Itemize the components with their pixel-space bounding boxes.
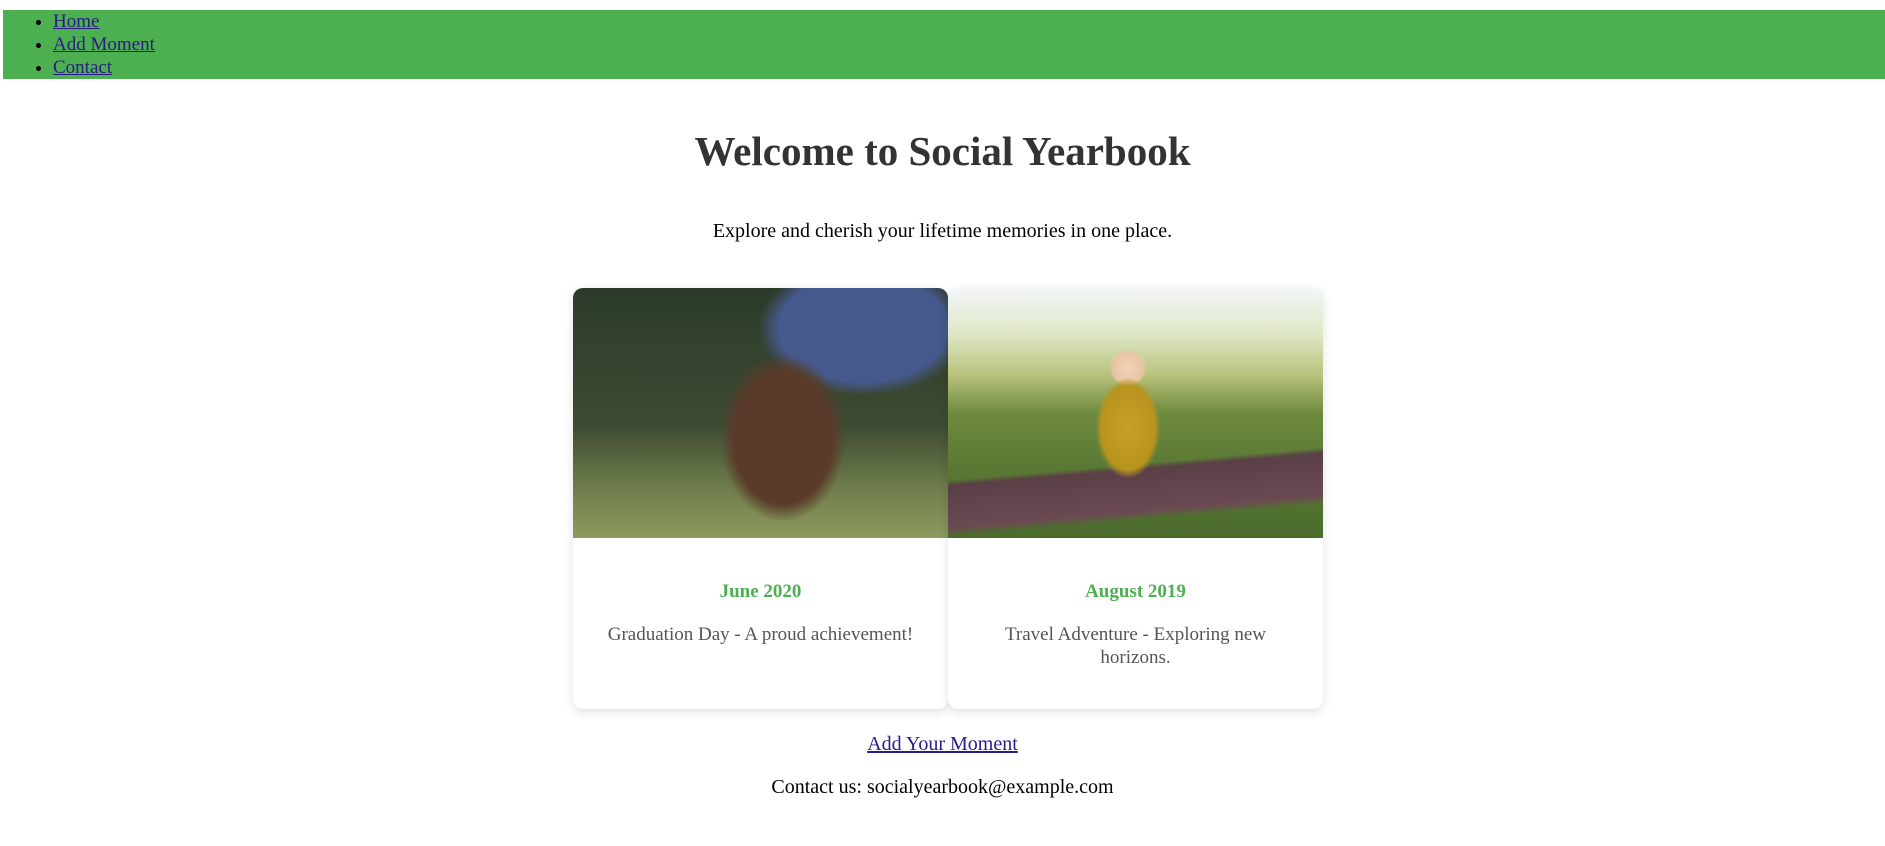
moment-description: Graduation Day - A proud achievement! <box>607 624 914 645</box>
nav-item-add-moment: Add Moment <box>53 33 1885 56</box>
contact-text: Contact us: socialyearbook@example.com <box>771 776 1114 798</box>
holding-hands-photo <box>573 288 948 538</box>
nav-item-contact: Contact <box>53 56 1885 79</box>
page-title: Welcome to Social Yearbook <box>694 128 1191 174</box>
nav-link-add-moment[interactable]: Add Moment <box>53 34 155 55</box>
moment-card: June 2020 Graduation Day - A proud achie… <box>573 288 948 709</box>
nav-link-home[interactable]: Home <box>53 11 99 32</box>
moment-date: June 2020 <box>719 581 802 602</box>
nav-link-contact[interactable]: Contact <box>53 57 112 78</box>
moment-description: Travel Adventure - Exploring new horizon… <box>1004 624 1267 668</box>
moments-gallery: June 2020 Graduation Day - A proud achie… <box>573 288 1323 709</box>
moment-card: August 2019 Travel Adventure - Exploring… <box>948 288 1323 709</box>
moment-date: August 2019 <box>1085 581 1186 602</box>
add-moment-section: Add Your Moment <box>0 733 1885 756</box>
baby-on-blanket-photo <box>948 288 1323 538</box>
top-navigation-bar: Home Add Moment Contact <box>3 10 1885 79</box>
nav-item-home: Home <box>53 10 1885 33</box>
add-your-moment-link[interactable]: Add Your Moment <box>867 733 1018 755</box>
nav-list: Home Add Moment Contact <box>3 10 1885 79</box>
page-subtitle: Explore and cherish your lifetime memori… <box>712 220 1173 242</box>
